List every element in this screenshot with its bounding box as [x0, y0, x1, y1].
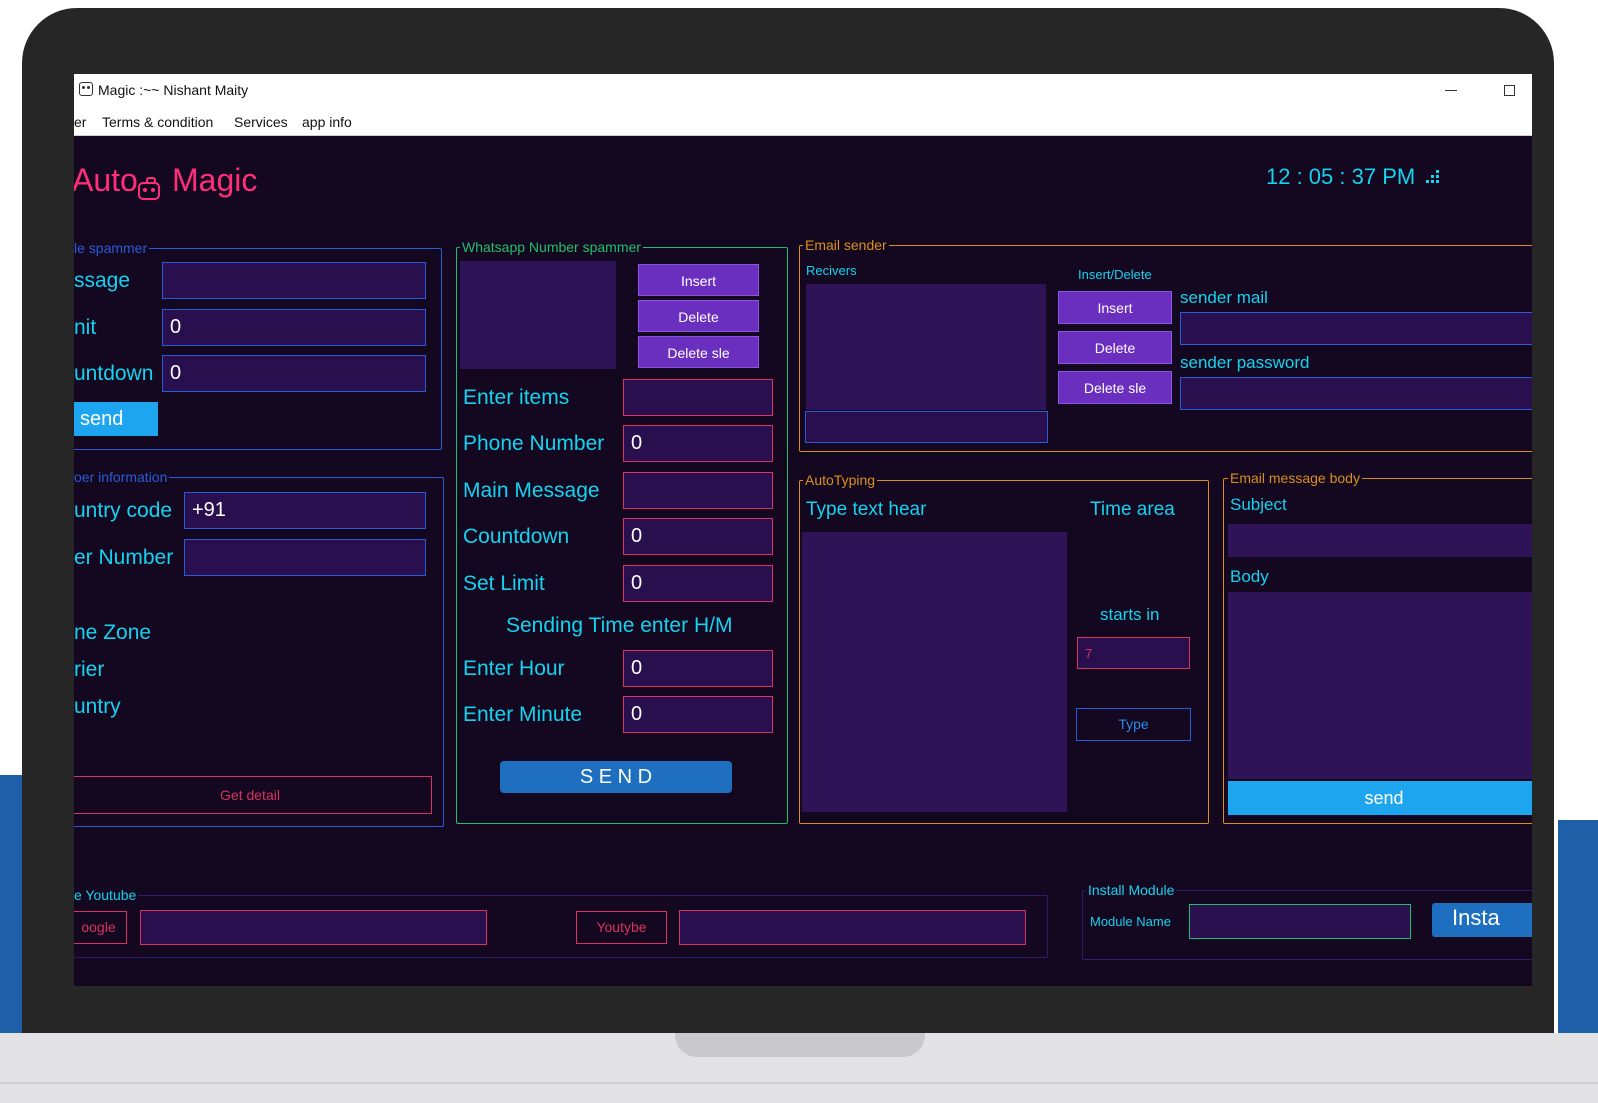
limit-input[interactable]: 0: [162, 309, 426, 346]
auto-typing-legend: AutoTyping: [803, 472, 878, 488]
youtube-button[interactable]: Youtybe: [576, 911, 667, 944]
message-spammer-legend: le spammer: [74, 240, 150, 256]
phone-number-input[interactable]: 0: [623, 425, 773, 462]
email-send-button[interactable]: send: [1228, 781, 1532, 815]
spammer-send-button[interactable]: send: [74, 402, 158, 436]
maximize-icon[interactable]: [1504, 85, 1515, 96]
type-text-area[interactable]: [802, 532, 1067, 812]
menu-item-terms[interactable]: Terms & condition: [102, 114, 213, 130]
phone-number-label: Phone Number: [463, 432, 605, 455]
number-info-frame: [74, 477, 444, 827]
app-icon: [79, 82, 93, 96]
number-info-legend: oer information: [74, 469, 170, 485]
subject-label: Subject: [1230, 495, 1287, 514]
screen: Magic :~~ Nishant Maity er Terms & condi…: [74, 74, 1532, 986]
whatsapp-insert-button[interactable]: Insert: [638, 264, 759, 296]
receivers-label: Recivers: [806, 263, 857, 278]
set-limit-label: Set Limit: [463, 572, 545, 595]
module-name-input[interactable]: [1189, 904, 1411, 939]
google-input[interactable]: [140, 910, 487, 945]
menu-bar: er Terms & condition Services app info: [74, 108, 1532, 136]
receivers-list[interactable]: [806, 284, 1046, 410]
main-message-input[interactable]: [623, 472, 773, 509]
install-module-legend: Install Module: [1086, 882, 1177, 898]
main-message-label: Main Message: [463, 479, 600, 502]
get-detail-button[interactable]: Get detail: [74, 776, 432, 814]
sender-mail-label: sender mail: [1180, 288, 1268, 307]
menu-item-services[interactable]: Services: [234, 114, 288, 130]
signal-grip-icon: [1426, 170, 1440, 184]
email-insert-button[interactable]: Insert: [1058, 291, 1172, 324]
whatsapp-delete-button[interactable]: Delete: [638, 300, 759, 332]
whatsapp-items-list[interactable]: [460, 261, 616, 369]
window-titlebar: Magic :~~ Nishant Maity: [74, 74, 1532, 108]
body-label: Body: [1230, 567, 1269, 586]
minimize-icon[interactable]: [1445, 90, 1457, 91]
message-input[interactable]: [162, 262, 426, 299]
country-code-label: untry code: [74, 499, 173, 522]
type-button[interactable]: Type: [1076, 708, 1191, 741]
country-code-input[interactable]: +91: [184, 492, 426, 529]
number-input[interactable]: [184, 539, 426, 576]
app-main: Auto Magic 12 : 05 : 37 PM le spammer ss…: [74, 136, 1532, 986]
enter-items-input[interactable]: [623, 379, 773, 416]
limit-label: nit: [74, 316, 97, 339]
wa-countdown-input[interactable]: 0: [623, 518, 773, 555]
countdown-input[interactable]: 0: [162, 355, 426, 392]
youtube-input[interactable]: [679, 910, 1026, 945]
wa-countdown-label: Countdown: [463, 525, 570, 548]
enter-minute-label: Enter Minute: [463, 703, 583, 726]
laptop-notch: [675, 1033, 925, 1057]
subject-input[interactable]: [1228, 524, 1532, 557]
message-label: ssage: [74, 269, 131, 292]
menu-item-partial[interactable]: er: [74, 114, 86, 130]
google-button[interactable]: oogle: [74, 911, 127, 944]
carrier-label: rier: [74, 658, 105, 681]
countdown-label: untdown: [74, 362, 154, 385]
starts-in-input[interactable]: 7: [1077, 637, 1190, 669]
type-text-label: Type text hear: [806, 499, 927, 520]
email-delete-button[interactable]: Delete: [1058, 331, 1172, 364]
brand-auto: Auto: [74, 162, 138, 198]
decor-right-stripe: [1558, 820, 1598, 1045]
clock: 12 : 05 : 37 PM: [1266, 164, 1416, 189]
insert-delete-label: Insert/Delete: [1078, 267, 1152, 282]
body-textarea[interactable]: [1228, 592, 1532, 779]
starts-in-label: starts in: [1100, 605, 1160, 624]
sending-time-label: Sending Time enter H/M: [506, 614, 733, 637]
menu-item-app-info[interactable]: app info: [302, 114, 352, 130]
whatsapp-legend: Whatsapp Number spammer: [460, 239, 643, 255]
window-title: Magic :~~ Nishant Maity: [98, 82, 249, 98]
email-delete-sel-button[interactable]: Delete sle: [1058, 371, 1172, 404]
enter-minute-input[interactable]: 0: [623, 696, 773, 733]
module-name-label: Module Name: [1090, 914, 1171, 929]
country-label: untry: [74, 695, 121, 718]
sender-password-input[interactable]: [1180, 377, 1532, 410]
email-sender-legend: Email sender: [803, 237, 889, 253]
whatsapp-delete-sel-button[interactable]: Delete sle: [638, 336, 759, 368]
enter-hour-label: Enter Hour: [463, 657, 565, 680]
email-body-legend: Email message body: [1228, 470, 1362, 486]
laptop-base-edge: [0, 1082, 1598, 1084]
sender-password-label: sender password: [1180, 353, 1310, 372]
set-limit-input[interactable]: 0: [623, 565, 773, 602]
install-button[interactable]: Insta: [1432, 903, 1532, 937]
time-zone-label: ne Zone: [74, 621, 152, 644]
number-label: er Number: [74, 546, 174, 569]
receivers-input[interactable]: [805, 411, 1048, 443]
enter-hour-input[interactable]: 0: [623, 650, 773, 687]
sender-mail-input[interactable]: [1180, 312, 1532, 345]
youtube-legend: e Youtube: [74, 887, 139, 903]
enter-items-label: Enter items: [463, 386, 570, 409]
brand-magic: Magic: [172, 162, 258, 198]
time-area-label: Time area: [1090, 499, 1175, 520]
whatsapp-send-button[interactable]: S E N D: [500, 761, 732, 793]
robot-icon: [138, 177, 160, 200]
